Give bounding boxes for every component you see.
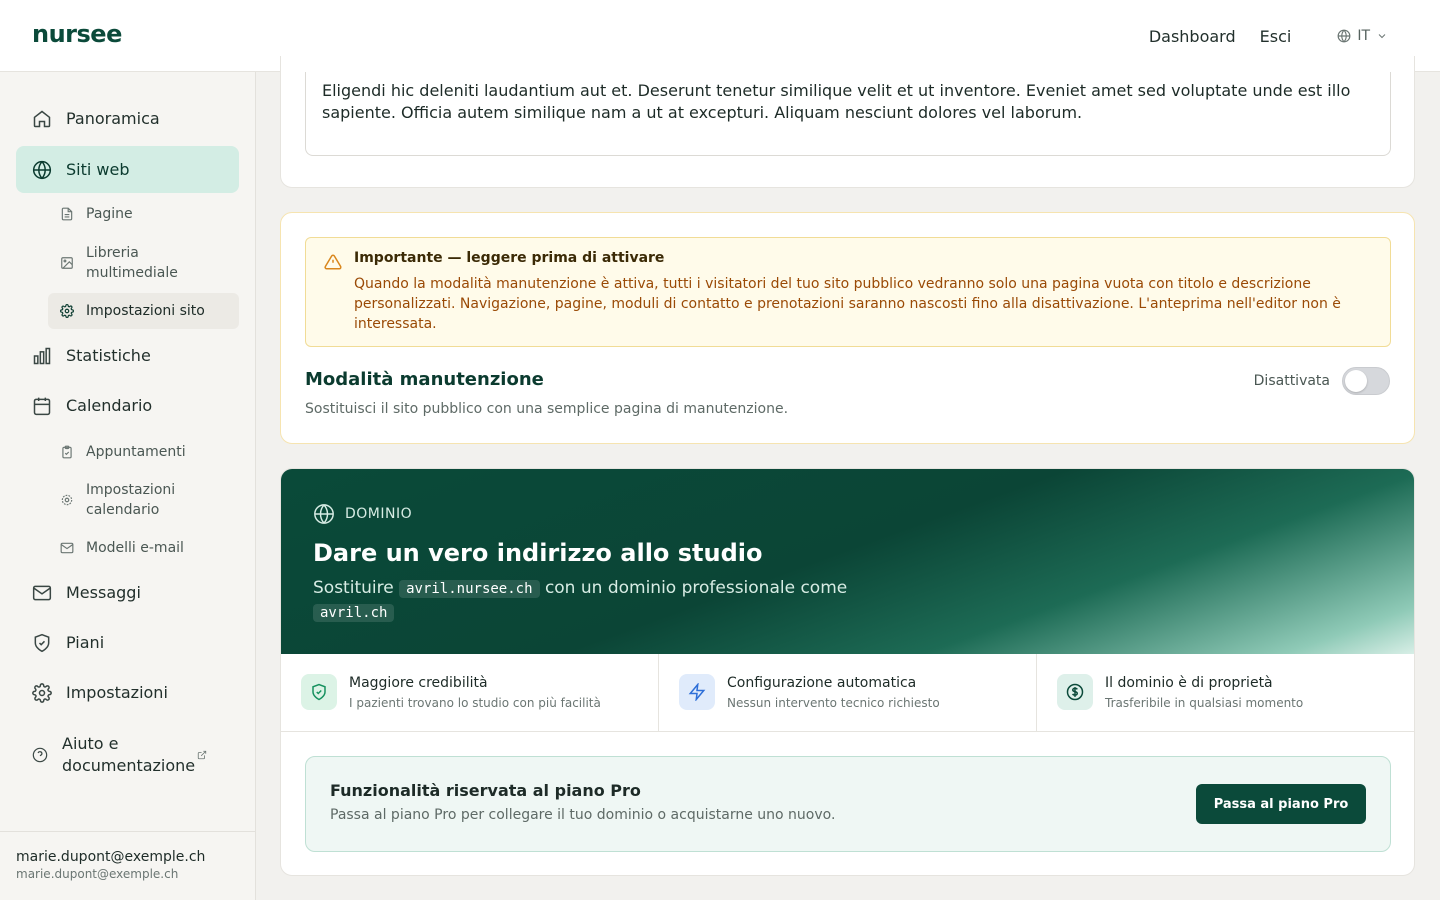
user-name: marie.dupont@exemple.ch xyxy=(16,849,206,865)
feature-subtitle: Nessun intervento tecnico richiesto xyxy=(727,696,940,710)
image-icon xyxy=(61,257,73,269)
language-label: IT xyxy=(1357,28,1370,44)
feature-subtitle: Trasferibile in qualsiasi momento xyxy=(1105,696,1304,710)
mail-icon xyxy=(32,585,52,600)
maintenance-title: Modalità manutenzione xyxy=(305,369,544,390)
sidebar-item-label: Calendario xyxy=(66,396,153,415)
sidebar-subitem-impostazioni-calendario[interactable]: Impostazioni calendario xyxy=(48,475,239,525)
maintenance-warning: Importante — leggere prima di attivare Q… xyxy=(305,237,1391,347)
feature-subtitle: I pazienti trovano lo studio con più fac… xyxy=(349,696,601,710)
app-logo[interactable]: nursee xyxy=(32,20,122,48)
sidebar-item-label: Messaggi xyxy=(66,583,141,602)
globe-icon xyxy=(1337,29,1351,43)
feature-ownership: Il dominio è di proprietà Trasferibile i… xyxy=(1037,654,1414,732)
sidebar-item-label: Panoramica xyxy=(66,109,160,128)
language-selector[interactable]: IT xyxy=(1337,28,1394,44)
globe-icon xyxy=(314,504,334,524)
chevron-down-icon xyxy=(1378,34,1386,39)
external-link-icon xyxy=(197,750,207,760)
dollar-circle-icon xyxy=(1057,674,1093,710)
maintenance-status-label: Disattivata xyxy=(1253,373,1330,389)
maintenance-toggle[interactable] xyxy=(1342,367,1390,395)
sidebar-subitem-label: Impostazioni calendario xyxy=(86,482,176,518)
calendar-icon xyxy=(33,397,51,415)
globe-icon xyxy=(32,160,52,179)
gear-icon xyxy=(61,494,73,506)
domain-tag: DOMINIO xyxy=(313,503,412,525)
logout-link[interactable]: Esci xyxy=(1260,27,1292,46)
current-domain: avril.nursee.ch xyxy=(399,580,540,598)
mail-icon xyxy=(60,542,74,554)
description-textarea[interactable]: Eligendi hic deleniti laudantium aut et.… xyxy=(305,72,1391,156)
sidebar-item-impostazioni[interactable]: Impostazioni xyxy=(16,669,239,716)
home-icon xyxy=(33,110,51,127)
sidebar-item-aiuto[interactable]: Aiuto e documentazione xyxy=(16,729,239,781)
gear-icon xyxy=(60,304,74,318)
user-email: marie.dupont@exemple.ch xyxy=(16,867,179,881)
dashboard-link[interactable]: Dashboard xyxy=(1149,27,1236,46)
user-account[interactable]: marie.dupont@exemple.ch marie.dupont@exe… xyxy=(0,831,255,900)
pro-description: Passa al piano Pro per collegare il tuo … xyxy=(330,807,836,823)
description-card: Eligendi hic deleniti laudantium aut et.… xyxy=(280,56,1415,188)
help-circle-icon xyxy=(32,747,48,763)
bar-chart-icon xyxy=(33,347,51,364)
sidebar-subitem-label: Libreria multimediale xyxy=(86,245,178,281)
maintenance-card: Importante — leggere prima di attivare Q… xyxy=(280,212,1415,444)
feature-title: Il dominio è di proprietà xyxy=(1105,675,1273,691)
sidebar-item-label: Piani xyxy=(66,633,105,652)
warning-title: Importante — leggere prima di attivare xyxy=(354,250,665,266)
sidebar-subitem-modelli-email[interactable]: Modelli e-mail xyxy=(48,529,239,567)
clipboard-icon xyxy=(62,445,72,459)
shield-icon xyxy=(34,633,50,652)
sidebar-item-calendario[interactable]: Calendario xyxy=(16,382,239,429)
sidebar-item-label: Aiuto e documentazione xyxy=(62,734,196,775)
file-icon xyxy=(61,207,73,221)
sidebar-subitem-pagine[interactable]: Pagine xyxy=(48,195,239,233)
sidebar-item-messaggi[interactable]: Messaggi xyxy=(16,569,239,616)
domain-title: Dare un vero indirizzo allo studio xyxy=(313,539,763,567)
sidebar-subitem-label: Appuntamenti xyxy=(86,444,186,460)
warning-body: Quando la modalità manutenzione è attiva… xyxy=(354,276,1341,332)
domain-sub-middle: con un dominio professionale come xyxy=(544,578,848,598)
lightning-icon xyxy=(679,674,715,710)
sidebar-subitem-label: Impostazioni sito xyxy=(86,303,205,319)
feature-credibility: Maggiore credibilità I pazienti trovano … xyxy=(281,654,659,732)
sidebar-subitem-impostazioni-sito[interactable]: Impostazioni sito xyxy=(48,293,239,329)
domain-card: DOMINIO Dare un vero indirizzo allo stud… xyxy=(280,468,1415,876)
shield-check-icon xyxy=(301,674,337,710)
sidebar-item-label: Statistiche xyxy=(66,346,151,365)
sidebar-item-statistiche[interactable]: Statistiche xyxy=(16,332,239,379)
example-domain: avril.ch xyxy=(313,604,395,622)
sidebar-item-piani[interactable]: Piani xyxy=(16,619,239,666)
sidebar-item-panoramica[interactable]: Panoramica xyxy=(16,95,239,142)
feature-title: Maggiore credibilità xyxy=(349,675,488,691)
sidebar-subitem-label: Modelli e-mail xyxy=(86,540,184,556)
domain-subtitle: Sostituire avril.nursee.ch con un domini… xyxy=(313,577,873,625)
maintenance-description: Sostituisci il sito pubblico con una sem… xyxy=(305,401,789,417)
sidebar-subitem-appuntamenti[interactable]: Appuntamenti xyxy=(48,433,239,471)
domain-features: Maggiore credibilità I pazienti trovano … xyxy=(281,654,1414,732)
sidebar-item-label: Siti web xyxy=(66,160,130,179)
domain-hero: DOMINIO Dare un vero indirizzo allo stud… xyxy=(281,469,1414,654)
gear-icon xyxy=(32,682,52,703)
toggle-knob xyxy=(1345,370,1367,392)
feature-title: Configurazione automatica xyxy=(727,675,917,691)
sidebar-subitem-label: Pagine xyxy=(86,206,133,222)
domain-tag-label: DOMINIO xyxy=(345,506,413,522)
upgrade-pro-button[interactable]: Passa al piano Pro xyxy=(1196,784,1366,824)
domain-sub-before: Sostituire xyxy=(313,578,394,598)
warning-icon xyxy=(324,254,342,270)
feature-auto-config: Configurazione automatica Nessun interve… xyxy=(659,654,1037,732)
sidebar-subitem-libreria[interactable]: Libreria multimediale xyxy=(48,238,239,288)
sidebar-item-siti-web[interactable]: Siti web xyxy=(16,146,239,193)
sidebar: Panoramica Siti web Pagine Libreria mult… xyxy=(0,72,256,900)
pro-upsell: Funzionalità riservata al piano Pro Pass… xyxy=(305,756,1391,852)
sidebar-item-label: Impostazioni xyxy=(66,683,168,702)
pro-title: Funzionalità riservata al piano Pro xyxy=(330,781,641,800)
